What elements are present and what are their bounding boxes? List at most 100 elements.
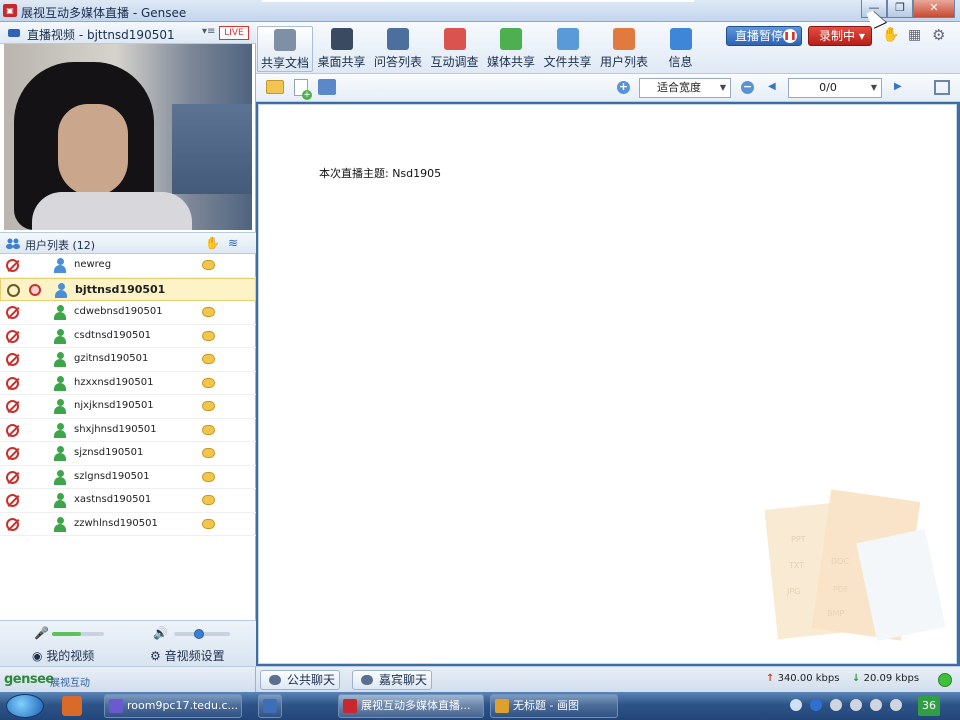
chat-bubble-icon[interactable] xyxy=(202,401,215,411)
fullscreen-icon[interactable] xyxy=(934,80,950,95)
speaker-icon[interactable]: 🔊 xyxy=(153,626,168,640)
chat-bubble-icon[interactable] xyxy=(202,377,215,388)
display-icon[interactable] xyxy=(890,699,902,711)
microphone-off-icon[interactable] xyxy=(6,376,19,390)
help-icon[interactable] xyxy=(810,699,822,711)
user-row[interactable]: csdtnsd190501 xyxy=(0,325,256,348)
mic-volume-slider[interactable] xyxy=(52,632,104,636)
toolbar-tab[interactable]: 文件共享 xyxy=(540,26,596,72)
chat-bubble-icon[interactable] xyxy=(202,495,215,505)
user-row[interactable]: shxjhnsd190501 xyxy=(0,419,256,442)
toolbar-tab[interactable]: 问答列表 xyxy=(370,26,426,72)
user-row[interactable]: xastnsd190501 xyxy=(0,489,256,513)
toolbar-tab[interactable]: 用户列表 xyxy=(596,26,652,72)
guest-chat-button[interactable]: 嘉宾聊天 xyxy=(352,670,432,690)
toolbar-tab[interactable]: 桌面共享 xyxy=(314,26,370,72)
toolbar-tab[interactable]: 信息 xyxy=(653,26,709,72)
microphone-off-icon[interactable] xyxy=(6,423,19,437)
microphone-on-icon[interactable] xyxy=(7,283,20,297)
previous-page-icon[interactable]: ◀ xyxy=(768,81,776,92)
upload-rate-value: 340.00 kbps xyxy=(777,673,840,684)
user-name: gzitnsd190501 xyxy=(74,353,149,364)
microphone-off-icon[interactable] xyxy=(6,329,19,343)
close-button[interactable]: ✕ xyxy=(913,0,955,18)
user-name: xastnsd190501 xyxy=(74,494,152,505)
microphone-off-icon[interactable] xyxy=(6,306,19,319)
wave-icon[interactable]: ≋ xyxy=(228,236,238,250)
my-video-button[interactable]: ◉ 我的视频 xyxy=(32,647,94,664)
flag-icon[interactable] xyxy=(850,699,862,711)
zoom-select[interactable]: 适合宽度 ▼ xyxy=(639,78,731,98)
toolbar-tab[interactable]: 互动调查 xyxy=(427,26,483,72)
raise-hand-icon[interactable]: ✋ xyxy=(205,236,220,250)
layout-grid-icon[interactable]: ▦ xyxy=(908,27,921,43)
chat-bubble-icon[interactable] xyxy=(202,424,215,435)
pause-live-button[interactable]: 直播暂停 ❚❚ xyxy=(726,26,802,46)
microphone-off-icon[interactable] xyxy=(6,400,19,413)
new-document-icon[interactable] xyxy=(294,79,312,100)
microphone-off-icon[interactable] xyxy=(6,447,19,460)
microphone-icon[interactable]: 🎤 xyxy=(34,626,49,640)
survey-icon xyxy=(443,28,466,50)
title-bar: ▣ 展视互动多媒体直播 - Gensee — ❐ ✕ xyxy=(0,0,960,22)
start-button[interactable] xyxy=(6,694,44,718)
microphone-off-icon[interactable] xyxy=(6,470,19,484)
slider-knob[interactable] xyxy=(194,629,205,639)
app-icon xyxy=(109,699,123,713)
camera-off-icon[interactable] xyxy=(29,283,41,296)
toolbar-tab[interactable]: 媒体共享 xyxy=(483,26,539,72)
my-video-label: 我的视频 xyxy=(46,649,95,663)
tray-badge[interactable]: 36 xyxy=(918,696,940,716)
tray-chevron-icon[interactable] xyxy=(790,699,802,711)
document-viewer[interactable]: 本次直播主题: Nsd1905 PPT DOC TXT PDF JPG BMP xyxy=(258,104,957,664)
chat-bubble-icon[interactable] xyxy=(202,448,215,458)
page-select[interactable]: 0/0 ▼ xyxy=(788,78,882,98)
taskbar-item[interactable]: 无标题 - 画图 xyxy=(490,694,618,718)
volume-icon[interactable] xyxy=(870,699,882,711)
attendee-icon xyxy=(54,352,66,367)
screenshot-icon[interactable] xyxy=(318,79,336,95)
chat-bubble-icon[interactable] xyxy=(202,330,215,341)
gear-icon[interactable]: ⚙ xyxy=(932,26,945,44)
live-video[interactable] xyxy=(4,44,252,230)
user-row[interactable]: sjznsd190501 xyxy=(0,442,256,466)
chat-bubble-icon[interactable] xyxy=(202,354,215,364)
user-row[interactable]: zzwhlnsd190501 xyxy=(0,513,256,536)
public-chat-button[interactable]: 公共聊天 xyxy=(260,670,340,690)
toolbar-tab[interactable]: 共享文档 xyxy=(257,26,313,72)
user-row[interactable]: hzxxnsd190501 xyxy=(0,372,256,395)
user-list-header: 用户列表 (12) ✋ ≋ xyxy=(0,232,256,254)
recording-button[interactable]: 录制中 ▾ xyxy=(808,26,872,46)
quicklaunch-icon[interactable] xyxy=(62,696,82,716)
chat-bubble-icon[interactable] xyxy=(202,307,215,317)
next-page-icon[interactable]: ▶ xyxy=(894,81,902,92)
chat-bubble-icon[interactable] xyxy=(202,260,215,270)
network-icon[interactable] xyxy=(830,699,842,711)
microphone-off-icon[interactable] xyxy=(6,517,19,531)
zoom-out-icon[interactable]: − xyxy=(741,81,754,94)
taskbar-item[interactable]: room9pc17.tedu.c... xyxy=(104,694,242,718)
open-folder-icon[interactable] xyxy=(266,80,284,94)
maximize-button[interactable]: ❐ xyxy=(887,0,913,18)
microphone-off-icon[interactable] xyxy=(6,353,19,366)
user-row[interactable]: bjttnsd190501 xyxy=(0,277,256,301)
user-row[interactable]: newreg xyxy=(0,254,256,278)
taskbar-item[interactable]: 展视互动多媒体直播... xyxy=(338,694,484,718)
video-menu-icon[interactable]: ▾≡ xyxy=(202,26,215,37)
window-title: 展视互动多媒体直播 - Gensee xyxy=(21,6,187,20)
chat-bubble-icon[interactable] xyxy=(202,471,215,482)
av-settings-button[interactable]: ⚙ 音视频设置 xyxy=(150,647,225,664)
chat-bubble-icon[interactable] xyxy=(202,518,215,529)
toolbar-tab-label: 问答列表 xyxy=(373,55,422,69)
user-row[interactable]: cdwebnsd190501 xyxy=(0,301,256,325)
taskbar-item[interactable] xyxy=(258,694,282,718)
microphone-off-icon[interactable] xyxy=(6,259,19,272)
chevron-down-icon: ▼ xyxy=(870,83,877,92)
microphone-off-icon[interactable] xyxy=(6,494,19,507)
zoom-in-icon[interactable]: + xyxy=(617,81,630,94)
user-row[interactable]: gzitnsd190501 xyxy=(0,348,256,372)
speaker-volume-slider[interactable] xyxy=(174,629,230,639)
user-row[interactable]: szlgnsd190501 xyxy=(0,466,256,489)
hand-icon[interactable]: ✋ xyxy=(882,27,899,43)
user-row[interactable]: njxjknsd190501 xyxy=(0,395,256,419)
